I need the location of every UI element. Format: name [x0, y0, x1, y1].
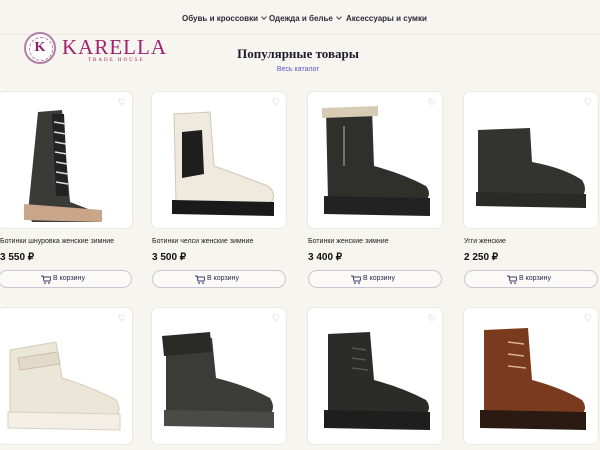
heart-icon[interactable]: ♡	[584, 314, 592, 323]
product-price: 3 400 ₽	[308, 252, 343, 263]
cart-icon	[195, 275, 205, 284]
cart-icon	[41, 275, 51, 284]
product-image-7[interactable]: ♡	[308, 308, 442, 444]
product-price: 3 500 ₽	[152, 252, 187, 263]
product-name[interactable]: Ботинки шнуровка женские зимние	[0, 238, 114, 245]
product-image-4[interactable]: ♡	[464, 92, 598, 228]
cart-icon	[351, 275, 361, 284]
nav-item-label: Обувь и кроссовки	[182, 14, 259, 23]
product-image-8[interactable]: ♡	[464, 308, 598, 444]
nav-item-clothes[interactable]: Одежда и белье	[269, 14, 342, 23]
ugg-boot-image	[476, 128, 586, 208]
heart-icon[interactable]: ♡	[272, 314, 280, 323]
product-image-6[interactable]: ♡	[152, 308, 286, 444]
product-image-5[interactable]: ♡	[0, 308, 132, 444]
top-nav: Обувь и кроссовки Одежда и белье Аксессу…	[0, 8, 600, 30]
product-image-2[interactable]: ♡	[152, 92, 286, 228]
product-image-3[interactable]: ♡	[308, 92, 442, 228]
nav-item-accessories[interactable]: Аксессуары и сумки	[346, 14, 427, 23]
product-price: 2 250 ₽	[464, 252, 499, 263]
add-to-cart-label: В корзину	[53, 275, 85, 282]
add-to-cart-button[interactable]: В корзину	[308, 270, 442, 288]
add-to-cart-button[interactable]: В корзину	[0, 270, 132, 288]
add-to-cart-button[interactable]: В корзину	[464, 270, 598, 288]
heart-icon[interactable]: ♡	[118, 314, 126, 323]
product-name[interactable]: Ботинки женские зимние	[308, 238, 389, 245]
nav-item-label: Одежда и белье	[269, 14, 333, 23]
add-to-cart-button[interactable]: В корзину	[152, 270, 286, 288]
zip-boot-image	[322, 106, 430, 216]
heart-icon[interactable]: ♡	[118, 98, 126, 107]
heart-icon[interactable]: ♡	[428, 314, 436, 323]
cart-icon	[507, 275, 517, 284]
product-price: 3 550 ₽	[0, 252, 35, 263]
product-name[interactable]: Ботинки челси женские зимние	[152, 238, 253, 245]
add-to-cart-label: В корзину	[363, 275, 395, 282]
lace-up-tall-boot-image	[24, 110, 103, 222]
add-to-cart-label: В корзину	[519, 275, 551, 282]
add-to-cart-label: В корзину	[207, 275, 239, 282]
fur-sport-boot-image	[162, 332, 274, 428]
chevron-down-icon	[261, 14, 267, 20]
heart-icon[interactable]: ♡	[272, 98, 280, 107]
brown-lace-boot-image	[480, 328, 586, 430]
heart-icon[interactable]: ♡	[584, 98, 592, 107]
product-name[interactable]: Угги женские	[464, 238, 506, 245]
chelsea-boot-image	[172, 111, 274, 216]
section-title: Популярные товары	[237, 46, 359, 61]
black-lace-boot-image	[324, 332, 430, 430]
product-image-1[interactable]: ♡	[0, 92, 132, 228]
nav-item-shoes[interactable]: Обувь и кроссовки	[182, 14, 267, 23]
chevron-down-icon	[336, 14, 342, 20]
velcro-sneaker-image	[7, 341, 121, 431]
nav-item-label: Аксессуары и сумки	[346, 14, 427, 23]
catalog-link[interactable]: Весь каталог	[0, 66, 596, 73]
heart-icon[interactable]: ♡	[428, 98, 436, 107]
